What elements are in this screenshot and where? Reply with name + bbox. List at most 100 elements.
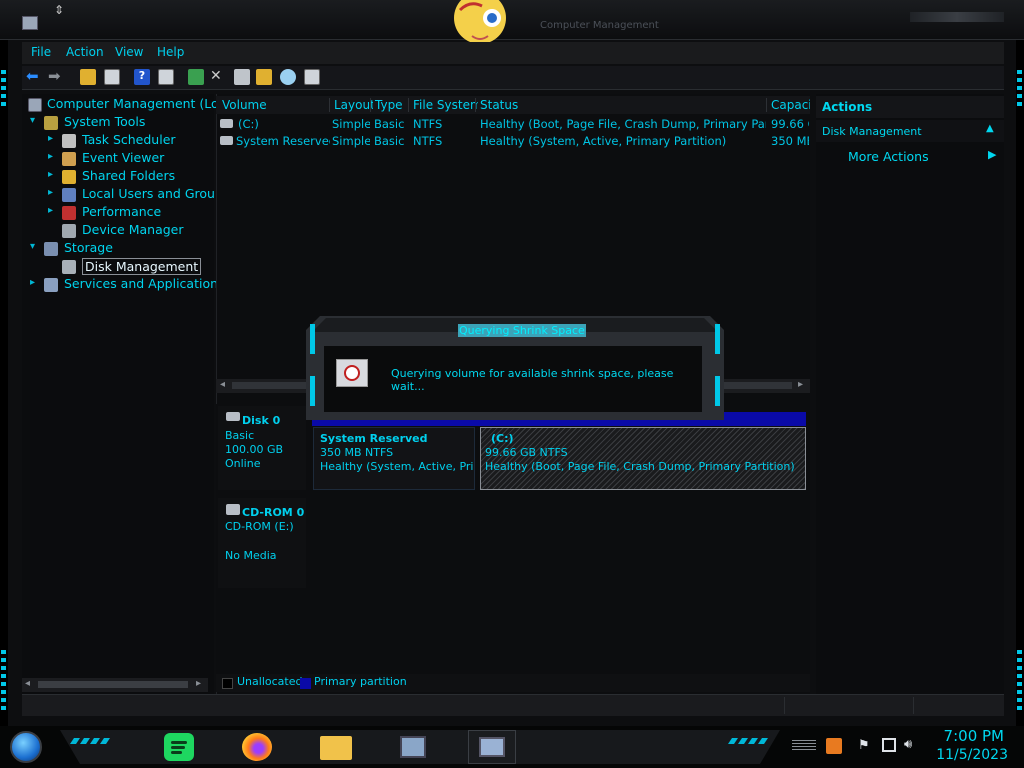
status-panel bbox=[784, 697, 914, 714]
expanded-chevron-icon[interactable]: ▾ bbox=[30, 241, 35, 252]
help-icon[interactable]: ? bbox=[134, 69, 150, 85]
flag-icon[interactable]: ⚑ bbox=[858, 738, 870, 753]
properties-icon[interactable] bbox=[234, 69, 250, 85]
expanded-chevron-icon[interactable]: ▾ bbox=[30, 115, 35, 126]
actions-title: Actions bbox=[822, 100, 873, 114]
title-bar[interactable]: ⇕ Computer Management bbox=[0, 0, 1024, 44]
scroll-left-icon[interactable]: ◂ bbox=[220, 379, 225, 390]
taskbar-app-computer-management[interactable] bbox=[468, 730, 516, 764]
clock-face bbox=[344, 365, 360, 381]
collapsed-chevron-icon[interactable]: ▸ bbox=[30, 277, 35, 288]
tree-item-label: Storage bbox=[64, 240, 113, 255]
tree-item-label: Services and Applications bbox=[64, 276, 225, 291]
col-layout[interactable]: Layout bbox=[329, 98, 373, 112]
col-capacity[interactable]: Capacity bbox=[766, 98, 810, 112]
console-tree: Computer Management (Loc ▾ System Tools ▸ T… bbox=[22, 94, 226, 694]
collapsed-chevron-icon[interactable]: ▸ bbox=[48, 205, 53, 216]
collapsed-chevron-icon[interactable]: ▸ bbox=[48, 133, 53, 144]
open-folder-icon[interactable] bbox=[256, 69, 272, 85]
scroll-right-icon[interactable]: ▸ bbox=[798, 379, 803, 390]
back-arrow-icon[interactable]: ⬅ bbox=[26, 67, 42, 85]
cdrom0-area bbox=[306, 498, 806, 588]
tree-item-label: Disk Management bbox=[82, 258, 202, 275]
dialog-body: Querying volume for available shrink spa… bbox=[324, 346, 702, 412]
collapsed-chevron-icon[interactable]: ▸ bbox=[48, 169, 53, 180]
start-button[interactable] bbox=[10, 731, 42, 763]
partition-system-reserved[interactable]: System Reserved 350 MB NTFS Healthy (Sys… bbox=[313, 427, 475, 490]
toolbar: ⬅ ➡ ? ✕ bbox=[22, 66, 1004, 90]
taskbar-app-spotify[interactable] bbox=[156, 730, 204, 764]
cell-volume: (C:) bbox=[238, 117, 259, 131]
app-tray-icon[interactable] bbox=[826, 738, 842, 754]
col-type[interactable]: Type bbox=[370, 98, 410, 112]
cdrom0-name: CD-ROM 0 bbox=[242, 506, 305, 519]
window-controls[interactable] bbox=[910, 12, 1004, 22]
cell-file-system: NTFS bbox=[413, 134, 443, 148]
partition-title: (C:) bbox=[491, 432, 514, 445]
cdrom0-info[interactable]: CD-ROM 0 CD-ROM (E:) No Media bbox=[218, 498, 306, 588]
show-hide-console-tree-icon[interactable] bbox=[104, 69, 120, 85]
col-file-system[interactable]: File System bbox=[408, 98, 478, 112]
collapsed-chevron-icon[interactable]: ▸ bbox=[48, 187, 53, 198]
collapse-icon[interactable]: ▲ bbox=[986, 123, 994, 134]
volume-icon[interactable]: 🔊︎ bbox=[904, 737, 912, 752]
network-tray-icon[interactable] bbox=[882, 738, 896, 752]
tree-root-label: Computer Management (Loc bbox=[47, 96, 226, 111]
taskbar-app-firefox[interactable] bbox=[234, 730, 282, 764]
tree-horizontal-scrollbar[interactable]: ◂ ▸ bbox=[22, 678, 208, 692]
disk0-size: 100.00 GB bbox=[225, 443, 284, 456]
actions-pane: Actions Disk Management ▲ More Actions ▶ bbox=[816, 94, 1004, 694]
cdrom0-media: No Media bbox=[225, 549, 277, 562]
menu-file[interactable]: File bbox=[31, 45, 51, 59]
disk0-info[interactable]: Disk 0 Basic 100.00 GB Online bbox=[218, 406, 306, 490]
col-volume[interactable]: Volume bbox=[222, 98, 330, 112]
partition-c[interactable]: (C:) 99.66 GB NTFS Healthy (Boot, Page F… bbox=[480, 427, 806, 490]
cdrom-icon bbox=[226, 504, 240, 515]
delete-icon[interactable]: ✕ bbox=[210, 68, 226, 84]
actions-section[interactable]: Disk Management ▲ bbox=[816, 120, 1004, 142]
querying-shrink-space-dialog[interactable]: Querying Shrink Space Querying volume fo… bbox=[306, 316, 724, 420]
tree-node-icon bbox=[44, 278, 58, 292]
taskbar-app-network[interactable] bbox=[390, 730, 438, 764]
firefox-icon bbox=[242, 733, 272, 761]
tree-node-icon bbox=[62, 188, 76, 202]
cell-volume: System Reserved bbox=[236, 134, 330, 148]
clock-icon bbox=[336, 359, 368, 387]
clock-time[interactable]: 7:00 PM bbox=[938, 727, 1004, 745]
chevron-right-icon: ▶ bbox=[988, 148, 997, 161]
partition-title: System Reserved bbox=[320, 432, 428, 445]
network-computer-icon bbox=[400, 736, 426, 758]
refresh-icon[interactable] bbox=[188, 69, 204, 85]
tree-item-label: Performance bbox=[82, 204, 162, 219]
search-icon[interactable] bbox=[280, 69, 296, 85]
mascot-decoration bbox=[420, 0, 540, 44]
action-pane-icon[interactable] bbox=[158, 69, 174, 85]
computer-management-icon[interactable] bbox=[22, 16, 38, 30]
frame-accent-top bbox=[1, 70, 6, 110]
taskbar-app-explorer[interactable] bbox=[312, 730, 360, 764]
collapsed-chevron-icon[interactable]: ▸ bbox=[48, 151, 53, 162]
right-frame bbox=[1016, 40, 1024, 726]
tree-node-icon bbox=[62, 224, 76, 238]
menu-action[interactable]: Action bbox=[66, 45, 104, 59]
scroll-thumb[interactable] bbox=[38, 681, 188, 688]
cell-type: Basic bbox=[374, 117, 405, 131]
scroll-right-icon[interactable]: ▸ bbox=[196, 678, 201, 689]
menu-view[interactable]: View bbox=[115, 45, 143, 59]
tree-node-icon bbox=[62, 170, 76, 184]
show-desktop-icon[interactable] bbox=[792, 740, 816, 752]
forward-arrow-icon[interactable]: ➡ bbox=[48, 67, 64, 85]
more-actions-label: More Actions bbox=[848, 149, 929, 164]
volume-row-c[interactable]: (C:) Simple Basic NTFS Healthy (Boot, Pa… bbox=[216, 116, 810, 133]
cell-type: Basic bbox=[374, 134, 405, 148]
clock-date[interactable]: 11/5/2023 bbox=[930, 747, 1008, 763]
volume-row-system-reserved[interactable]: System Reserved Simple Basic NTFS Health… bbox=[216, 133, 810, 150]
scroll-left-icon[interactable]: ◂ bbox=[25, 678, 30, 689]
status-bar bbox=[22, 694, 1004, 716]
checklist-icon[interactable] bbox=[304, 69, 320, 85]
col-status[interactable]: Status bbox=[475, 98, 769, 112]
menu-help[interactable]: Help bbox=[157, 45, 184, 59]
more-actions-item[interactable]: More Actions ▶ bbox=[816, 144, 1004, 166]
up-folder-icon[interactable] bbox=[80, 69, 96, 85]
cell-status: Healthy (System, Active, Primary Partiti… bbox=[480, 134, 727, 148]
